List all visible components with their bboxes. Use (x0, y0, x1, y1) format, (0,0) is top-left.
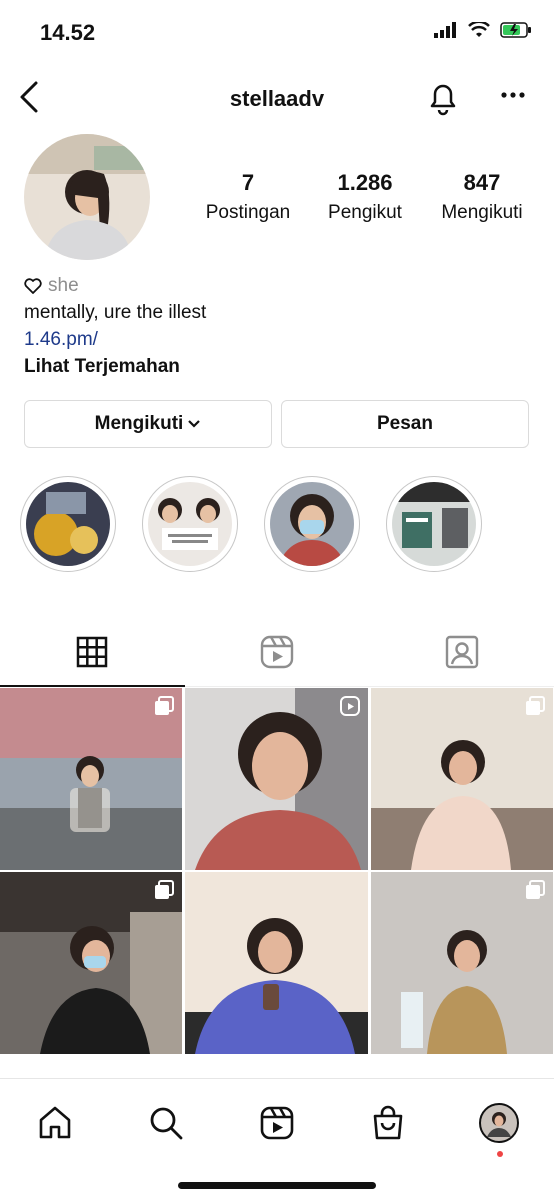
shop-icon (373, 1105, 403, 1140)
post-thumbnail[interactable] (185, 872, 368, 1054)
stat-value: 7 (241, 170, 255, 195)
stat-following[interactable]: 847 Mengikuti (424, 170, 540, 224)
search-icon (150, 1107, 183, 1140)
status-icons (434, 22, 532, 38)
pronoun-text: she (48, 275, 79, 296)
bio-link[interactable]: 1.46.pm/ (24, 326, 524, 353)
reels-icon (260, 1106, 294, 1140)
tab-tagged[interactable] (369, 618, 554, 686)
stat-followers[interactable]: 1.286 Pengikut (307, 170, 423, 224)
highlight-item[interactable] (20, 476, 116, 572)
home-icon (40, 1106, 71, 1139)
stat-value: 1.286 (337, 170, 393, 195)
post-thumbnail[interactable] (371, 688, 553, 870)
tagged-icon (445, 635, 478, 669)
post-thumbnail[interactable] (185, 688, 368, 870)
grid-icon (77, 636, 108, 668)
profile-stats: 7 Postingan 1.286 Pengikut 847 Mengikuti (190, 170, 540, 224)
highlight-item[interactable] (386, 476, 482, 572)
carousel-icon (155, 880, 174, 899)
post-thumbnail[interactable] (0, 872, 182, 1054)
profile-avatar[interactable] (24, 134, 150, 260)
carousel-icon (155, 696, 174, 715)
tab-reels[interactable] (185, 618, 370, 686)
message-label: Pesan (377, 413, 433, 434)
story-highlights (20, 476, 482, 572)
highlight-item[interactable] (264, 476, 360, 572)
reels-icon (340, 696, 360, 716)
pronoun-row: she (24, 272, 524, 299)
profile-header: stellaadv (0, 70, 554, 126)
following-button[interactable]: Mengikuti (24, 400, 272, 448)
wifi-icon (468, 22, 490, 37)
clock: 14.52 (40, 20, 96, 45)
profile-tabs (0, 618, 554, 687)
highlight-item[interactable] (142, 476, 238, 572)
stat-label: Pengikut (328, 202, 402, 223)
nav-home[interactable] (25, 1093, 85, 1153)
chevron-down-icon (188, 420, 201, 428)
heart-icon (24, 277, 42, 294)
nav-search[interactable] (136, 1093, 196, 1153)
more-options-icon[interactable] (500, 82, 526, 108)
profile-username: stellaadv (229, 86, 325, 111)
stat-value: 847 (463, 170, 501, 195)
notification-bell-icon[interactable] (426, 80, 460, 116)
stat-label: Mengikuti (441, 202, 523, 223)
stat-label: Postingan (205, 202, 291, 223)
profile-avatar (478, 1103, 519, 1143)
bio-text: mentally, ure the illest (24, 302, 207, 323)
activity-dot (496, 1151, 503, 1157)
stat-posts[interactable]: 7 Postingan (190, 170, 306, 224)
signal-icon (434, 22, 456, 38)
nav-shop[interactable] (358, 1093, 418, 1153)
posts-grid (0, 688, 554, 1054)
following-label: Mengikuti (94, 413, 184, 434)
battery-icon (500, 22, 531, 38)
message-button[interactable]: Pesan (281, 400, 529, 448)
see-translation-link[interactable]: Lihat Terjemahan (24, 353, 524, 380)
post-thumbnail[interactable] (371, 872, 553, 1054)
carousel-icon (526, 880, 545, 899)
reels-icon (260, 635, 294, 669)
bottom-navigation (0, 1078, 554, 1201)
carousel-icon (526, 696, 545, 715)
nav-profile[interactable] (469, 1093, 529, 1157)
post-thumbnail[interactable] (0, 688, 182, 870)
nav-reels[interactable] (247, 1093, 307, 1153)
home-indicator (178, 1182, 376, 1189)
profile-bio: she mentally, ure the illest 1.46.pm/ Li… (24, 272, 524, 380)
status-bar: 14.52 (0, 0, 554, 64)
tab-posts-grid[interactable] (0, 618, 185, 687)
